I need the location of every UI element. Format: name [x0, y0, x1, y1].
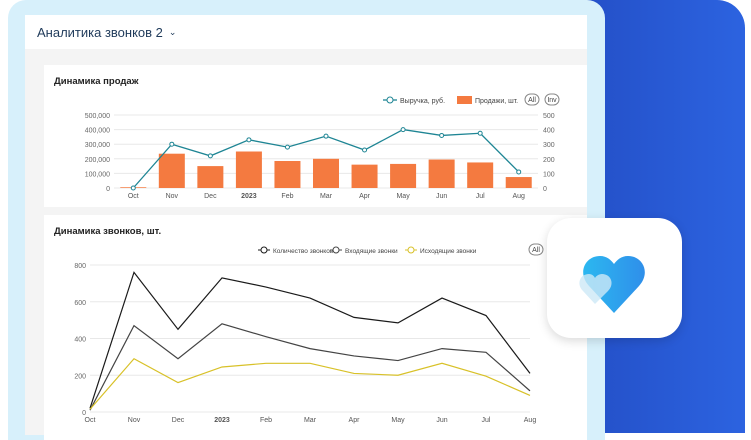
legend-label: Входящие звонки	[345, 248, 398, 255]
x-tick-label: Feb	[281, 193, 293, 200]
line-total-calls	[89, 271, 531, 409]
x-tick-label: Jun	[436, 417, 447, 424]
dashboard-title: Аналитика звонков 2	[37, 24, 163, 40]
bar-sales	[235, 151, 262, 188]
y-right-tick-label: 300	[543, 142, 555, 149]
legend-inv-button[interactable]: Inv	[544, 93, 560, 106]
point-revenue	[284, 144, 290, 150]
y-tick-label: 0	[82, 410, 86, 417]
point-revenue	[400, 127, 406, 133]
legend-label: Количество звонков	[273, 248, 334, 255]
legend-all-button[interactable]: All	[528, 243, 544, 256]
bar-sales	[351, 164, 378, 188]
x-tick-label: Jul	[476, 193, 485, 200]
y-right-tick-label: 400	[543, 128, 555, 135]
bar-sales	[467, 162, 494, 188]
y-tick-label: 200	[74, 373, 86, 380]
x-tick-label: Aug	[524, 417, 537, 424]
point-revenue	[477, 130, 483, 136]
y-tick-label: 400	[74, 337, 86, 344]
app-icon-tile	[547, 218, 682, 338]
legend-sales-label: Продажи, шт.	[475, 98, 518, 105]
point-revenue	[169, 141, 175, 147]
x-tick-label: May	[391, 417, 405, 424]
bar-sales	[428, 159, 455, 188]
x-tick-label: 2023	[214, 417, 230, 424]
x-tick-label: Aug	[512, 193, 525, 200]
y-tick-label: 600	[74, 300, 86, 307]
y-left-tick-label: 200,000	[85, 157, 110, 164]
x-tick-label: Jul	[482, 417, 491, 424]
x-tick-label: Apr	[359, 193, 371, 200]
x-tick-label: Apr	[349, 417, 361, 424]
bar-sales	[313, 158, 339, 188]
point-revenue	[516, 169, 522, 175]
legend-label: Исходящие звонки	[420, 248, 477, 255]
chevron-down-icon[interactable]: ⌄	[169, 27, 177, 38]
x-tick-label: Mar	[320, 193, 333, 200]
legend-sales-icon	[457, 96, 472, 104]
point-revenue	[439, 132, 445, 138]
calls-chart: 0 200 400 600 800 Oct Nov Dec 2023 Feb Mar Apr May Ju…	[74, 243, 544, 424]
dashboard-header[interactable]: Аналитика звонков 2 ⌄	[25, 15, 587, 49]
legend-icon	[260, 246, 268, 254]
x-tick-label: Mar	[304, 417, 317, 424]
legend-revenue-icon	[386, 96, 394, 104]
point-revenue	[130, 185, 136, 191]
x-tick-label: May	[396, 193, 410, 200]
bar-sales	[390, 163, 417, 188]
bar-sales	[274, 160, 301, 188]
brand-panel	[585, 0, 745, 433]
y-right-tick-label: 100	[543, 171, 555, 178]
legend-icon	[332, 246, 340, 254]
y-left-tick-label: 500,000	[85, 113, 110, 120]
y-left-tick-label: 300,000	[85, 142, 110, 149]
bar-sales	[197, 166, 224, 188]
y-left-tick-label: 400,000	[85, 128, 110, 135]
point-revenue	[323, 133, 329, 139]
button-label: Inv	[547, 97, 557, 104]
legend-all-button[interactable]: All	[524, 93, 540, 106]
x-tick-label: Nov	[166, 193, 179, 200]
button-label: All	[528, 97, 536, 104]
x-tick-label: Feb	[260, 417, 272, 424]
y-left-tick-label: 100,000	[85, 171, 110, 178]
hearts-icon	[579, 256, 645, 313]
x-tick-label: Oct	[85, 417, 96, 424]
y-right-tick-label: 500	[543, 113, 555, 120]
x-tick-label: Nov	[128, 417, 141, 424]
legend-revenue-label: Выручка, руб.	[400, 97, 445, 105]
y-right-tick-label: 200	[543, 157, 555, 164]
calls-chart-card: Динамика звонков, шт. 0 200 400 600 800 Oct No…	[44, 215, 587, 440]
legend-icon	[407, 246, 415, 254]
y-right-tick-label: 0	[543, 186, 547, 193]
bar-sales	[505, 177, 532, 188]
dashboard: Аналитика звонков 2 ⌄ Динамика продаж 00…	[25, 15, 587, 440]
sales-chart: 0 0 100,000 100 200,000 200 300,000 300 400,000 4…	[85, 93, 560, 200]
x-tick-label: Oct	[128, 193, 139, 200]
sales-chart-card: Динамика продаж 0 0 100,000 100 200,000 200 30…	[44, 65, 587, 207]
x-tick-label: 2023	[241, 193, 257, 200]
point-revenue	[207, 153, 213, 159]
point-revenue	[246, 137, 252, 143]
x-tick-label: Dec	[172, 417, 185, 424]
y-tick-label: 800	[74, 263, 86, 270]
x-tick-label: Jun	[436, 193, 447, 200]
line-incoming-calls	[89, 323, 531, 411]
line-outgoing-calls	[89, 357, 531, 410]
x-tick-label: Dec	[204, 193, 217, 200]
y-left-tick-label: 0	[106, 186, 110, 193]
point-revenue	[362, 147, 368, 153]
bar-sales	[158, 153, 185, 188]
button-label: All	[532, 247, 540, 254]
